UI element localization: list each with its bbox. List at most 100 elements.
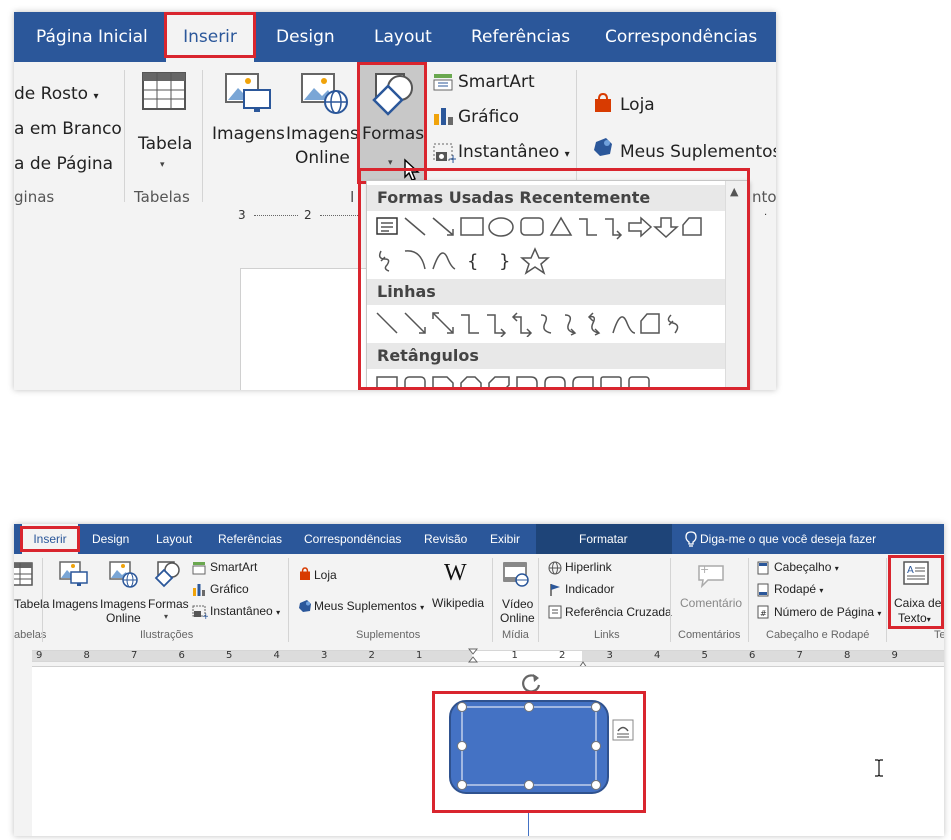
wikipedia-button[interactable]: Wikipedia: [432, 596, 484, 610]
pagina-em-branco-button[interactable]: a em Branco: [14, 119, 122, 139]
folha-de-rosto-button[interactable]: de Rosto ▾: [14, 84, 98, 107]
instantaneo-button[interactable]: Instantâneo ▾: [210, 604, 280, 620]
meus-suplementos-button[interactable]: Meus Suplementos: [620, 142, 776, 162]
tab-referencias[interactable]: Referências: [218, 524, 282, 554]
ruler-number: 4: [273, 650, 280, 661]
loja-button[interactable]: Loja: [314, 568, 337, 582]
anchor-line: [528, 813, 529, 836]
smartart-button[interactable]: SmartArt: [210, 560, 257, 574]
layout-options-icon[interactable]: [612, 719, 634, 741]
tabela-button[interactable]: Tabela: [14, 597, 49, 611]
right-indent-marker-icon[interactable]: [578, 654, 588, 669]
video-online-label2[interactable]: Online: [500, 611, 535, 625]
group-separator: [670, 558, 671, 642]
tab-exibir[interactable]: Exibir: [490, 524, 520, 554]
lightbulb-icon: [684, 531, 698, 547]
ruler-number: 2: [304, 208, 312, 222]
group-label-midia: Mídia: [502, 629, 529, 641]
tab-pagina-inicial[interactable]: Página Inicial: [36, 12, 148, 62]
ruler-number: 8: [844, 650, 851, 661]
ruler-number: 5: [701, 650, 708, 661]
svg-text:+: +: [448, 152, 456, 164]
ruler-ticks: [254, 215, 298, 216]
tab-layout[interactable]: Layout: [156, 524, 192, 554]
ribbon-tab-bar: Página Inicial Inserir Design Layout Ref…: [14, 12, 776, 62]
group-label-ilustracoes: Ilustrações: [140, 629, 194, 641]
group-label-suplementos: Suplementos: [356, 629, 421, 641]
comment-icon[interactable]: +: [696, 560, 726, 589]
ruler-number: 3: [321, 650, 328, 661]
text-cursor-icon: [874, 759, 884, 777]
screenshot-icon: +: [192, 604, 210, 622]
indicador-button[interactable]: Indicador: [565, 582, 614, 596]
inserir-highlight: [164, 12, 256, 58]
document-page: [32, 666, 944, 836]
online-pictures-icon[interactable]: [300, 72, 348, 116]
my-addins-icon: [298, 598, 312, 612]
svg-text:+: +: [202, 612, 208, 619]
cabecalho-label: Cabeçalho: [774, 560, 832, 574]
dropdown-arrow-icon: ▾: [160, 160, 165, 170]
wikipedia-icon[interactable]: W: [444, 560, 467, 587]
cross-reference-icon: [548, 604, 562, 619]
indent-marker-icon[interactable]: [467, 648, 479, 664]
numero-de-pagina-button[interactable]: Número de Página ▾: [774, 605, 881, 621]
tab-layout[interactable]: Layout: [374, 12, 432, 62]
dropdown-arrow-icon: ▾: [834, 564, 839, 573]
hyperlink-icon: [548, 560, 562, 575]
imagens-button[interactable]: Imagens: [52, 597, 98, 611]
imagens-button[interactable]: Imagens: [212, 124, 285, 144]
tab-revisao[interactable]: Revisão: [424, 524, 467, 554]
tab-correspondencias[interactable]: Correspondências: [304, 524, 401, 554]
table-icon[interactable]: [142, 72, 186, 110]
dropdown-arrow-icon: ▾: [276, 608, 281, 617]
ruler-number: 1: [511, 650, 518, 661]
tell-me-search[interactable]: Diga-me o que você deseja fazer: [700, 524, 876, 554]
rodape-button[interactable]: Rodapé ▾: [774, 582, 823, 598]
referencia-cruzada-button[interactable]: Referência Cruzada: [565, 605, 672, 619]
tab-design[interactable]: Design: [276, 12, 335, 62]
tab-referencias[interactable]: Referências: [471, 12, 570, 62]
group-separator: [42, 558, 43, 642]
bookmark-icon: [548, 582, 562, 596]
horizontal-ruler: 9 8 7 6 5 4 3 2 1 1 2 3 4 5 6 7 8 9: [14, 648, 944, 669]
ruler-number: 5: [226, 650, 233, 661]
imagens-online-label2[interactable]: Online: [106, 611, 141, 625]
imagens-online-label2[interactable]: Online: [295, 148, 350, 168]
group-separator: [748, 558, 749, 642]
imagens-online-label1[interactable]: Imagens: [286, 124, 359, 144]
dropdown-arrow-icon: ▾: [164, 612, 169, 621]
hiperlink-button[interactable]: Hiperlink: [565, 560, 612, 574]
loja-button[interactable]: Loja: [620, 95, 655, 115]
video-online-label1[interactable]: Vídeo: [502, 597, 533, 611]
grafico-button[interactable]: Gráfico: [210, 582, 249, 596]
ruler-number: 2: [559, 650, 566, 661]
grafico-button[interactable]: Gráfico: [458, 107, 519, 127]
cabecalho-button[interactable]: Cabeçalho ▾: [774, 560, 839, 576]
comentario-button[interactable]: Comentário: [680, 596, 742, 610]
quebra-de-pagina-button[interactable]: a de Página: [14, 154, 113, 174]
pictures-icon[interactable]: [58, 560, 88, 590]
online-pictures-icon[interactable]: [108, 560, 138, 590]
formas-button[interactable]: Formas: [148, 597, 189, 611]
ruler-number: 6: [749, 650, 756, 661]
tab-formatar[interactable]: Formatar: [579, 524, 628, 554]
instantaneo-label: Instantâneo: [458, 142, 560, 162]
instantaneo-button[interactable]: Instantâneo ▾: [458, 142, 570, 165]
group-separator: [202, 70, 203, 202]
shapes-icon[interactable]: [152, 560, 182, 590]
ruler-number: 8: [83, 650, 90, 661]
smartart-button[interactable]: SmartArt: [458, 72, 535, 92]
smartart-icon: [432, 72, 454, 92]
imagens-online-label1[interactable]: Imagens: [100, 597, 146, 611]
tabela-button[interactable]: Tabela: [138, 134, 192, 154]
pictures-icon[interactable]: [224, 72, 272, 116]
tab-design[interactable]: Design: [92, 524, 129, 554]
online-video-icon[interactable]: [502, 560, 530, 588]
table-icon[interactable]: [14, 562, 34, 586]
meus-suplementos-button[interactable]: Meus Suplementos ▾: [314, 599, 424, 615]
ribbon-tab-bar: Inserir Design Layout Referências Corres…: [14, 524, 944, 554]
group-separator: [538, 558, 539, 642]
tab-correspondencias[interactable]: Correspondências: [605, 12, 757, 62]
smartart-icon: [192, 560, 206, 575]
